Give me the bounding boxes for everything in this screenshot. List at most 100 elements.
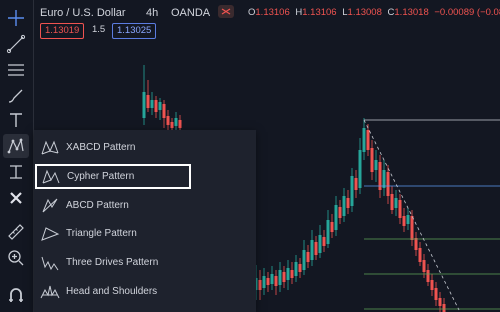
remove-tool[interactable] <box>3 186 29 210</box>
menu-item-label: XABCD Pattern <box>66 142 136 153</box>
candle-body <box>162 104 166 118</box>
candle-body <box>178 120 182 128</box>
exchange: OANDA <box>171 7 211 19</box>
prediction-icon <box>10 165 22 179</box>
candle-body <box>386 172 390 196</box>
market-status-badge[interactable] <box>218 5 234 18</box>
candle-body <box>438 298 442 306</box>
candle-body <box>418 248 422 262</box>
abcd-pattern-icon <box>42 198 58 212</box>
crosshair-tool[interactable] <box>3 6 29 30</box>
candle-body <box>154 100 158 112</box>
candle-body <box>294 262 298 276</box>
fib-retracement-tool[interactable] <box>3 58 29 82</box>
candle-body <box>326 220 330 244</box>
candle-body <box>374 160 378 170</box>
ruler-tool[interactable] <box>3 220 29 244</box>
candle-body <box>410 216 414 240</box>
menu-item-triangle-pattern[interactable]: Triangle Pattern <box>34 220 256 247</box>
candle-body <box>358 150 362 188</box>
candle-body <box>290 270 294 278</box>
candle-body <box>338 207 342 218</box>
candle-body <box>394 198 398 208</box>
candle-body <box>350 176 354 206</box>
drawing-toolbar <box>0 0 34 312</box>
candle-body <box>414 238 418 250</box>
candle-body <box>262 276 266 288</box>
candle-body <box>298 264 302 272</box>
trend-line-tool[interactable] <box>3 32 29 56</box>
market-closed-icon <box>221 8 231 15</box>
magnet-tool[interactable] <box>3 283 29 307</box>
brush-tool[interactable] <box>3 84 29 108</box>
menu-item-label: Head and Shoulders <box>66 286 158 297</box>
menu-item-three-drives-pattern[interactable]: Three Drives Pattern <box>34 249 256 276</box>
crosshair-icon <box>8 10 24 26</box>
candle-body <box>342 196 346 216</box>
triangle-pattern-icon <box>41 226 60 241</box>
candle-body <box>398 200 402 218</box>
candle-body <box>142 92 146 118</box>
candle-body <box>258 280 262 290</box>
pattern-diagonal <box>363 119 460 311</box>
timeframe[interactable]: 4h <box>146 7 158 19</box>
candle-body <box>354 178 358 190</box>
candle-body <box>306 252 310 262</box>
menu-item-xabcd-pattern[interactable]: XABCD Pattern <box>34 134 256 161</box>
magnet-icon <box>9 288 23 302</box>
candle-body <box>346 198 350 208</box>
fib-retracement-icon <box>8 64 24 76</box>
candle-body <box>402 216 406 226</box>
chart-header: Euro / U.S. Dollar 4h OANDA O1.13106 H1.… <box>40 4 500 22</box>
menu-item-abcd-pattern[interactable]: ABCD Pattern <box>34 192 256 219</box>
zoom-icon <box>8 250 24 266</box>
candle-body <box>278 270 282 285</box>
candle-body <box>366 130 370 150</box>
candle-body <box>282 272 286 282</box>
trend-line-icon <box>6 34 26 54</box>
candle-body <box>270 274 274 284</box>
zoom-tool[interactable] <box>3 246 29 270</box>
menu-item-label: Three Drives Pattern <box>66 257 159 268</box>
menu-item-cypher-pattern[interactable]: Cypher Pattern <box>35 164 191 189</box>
candle-body <box>382 170 386 188</box>
candle-body <box>362 128 366 152</box>
head-and-shoulders-icon <box>40 285 60 298</box>
menu-item-head-and-shoulders[interactable]: Head and Shoulders <box>34 278 256 305</box>
buy-price-button[interactable]: 1.13025 <box>112 23 157 39</box>
candle-body <box>442 304 446 312</box>
candle-body <box>314 242 318 255</box>
spread-value: 1.5 <box>92 24 106 35</box>
remove-icon <box>10 192 22 204</box>
candle-body <box>426 270 430 282</box>
candle-body <box>330 222 334 232</box>
ohlc-readout: O1.13106 H1.13106 L1.13008 C1.13018 −0.0… <box>248 7 500 18</box>
cypher-pattern-icon <box>42 169 60 183</box>
ruler-icon <box>8 224 24 240</box>
candle-body <box>158 102 162 110</box>
candle-body <box>274 276 278 286</box>
text-icon <box>10 113 22 127</box>
candle-body <box>302 250 306 270</box>
sell-price-button[interactable]: 1.13019 <box>40 23 85 39</box>
candle-body <box>146 95 150 108</box>
candle-body <box>390 194 394 210</box>
patterns-icon <box>7 137 24 154</box>
candle-body <box>150 100 154 108</box>
candle-body <box>166 116 170 125</box>
text-tool[interactable] <box>3 108 29 132</box>
candle-body <box>430 280 434 290</box>
candle-body <box>370 148 374 172</box>
symbol-name[interactable]: Euro / U.S. Dollar <box>40 7 126 19</box>
prediction-tool[interactable] <box>3 160 29 184</box>
candle-body <box>286 268 290 280</box>
three-drives-pattern-icon <box>41 256 59 270</box>
menu-item-label: Triangle Pattern <box>66 228 137 239</box>
candle-body <box>422 260 426 272</box>
patterns-tool[interactable] <box>3 134 29 158</box>
menu-item-label: ABCD Pattern <box>66 200 129 211</box>
candle-body <box>322 237 326 246</box>
menu-item-label: Cypher Pattern <box>67 171 135 182</box>
candle-body <box>266 278 270 285</box>
candle-body <box>310 240 314 260</box>
